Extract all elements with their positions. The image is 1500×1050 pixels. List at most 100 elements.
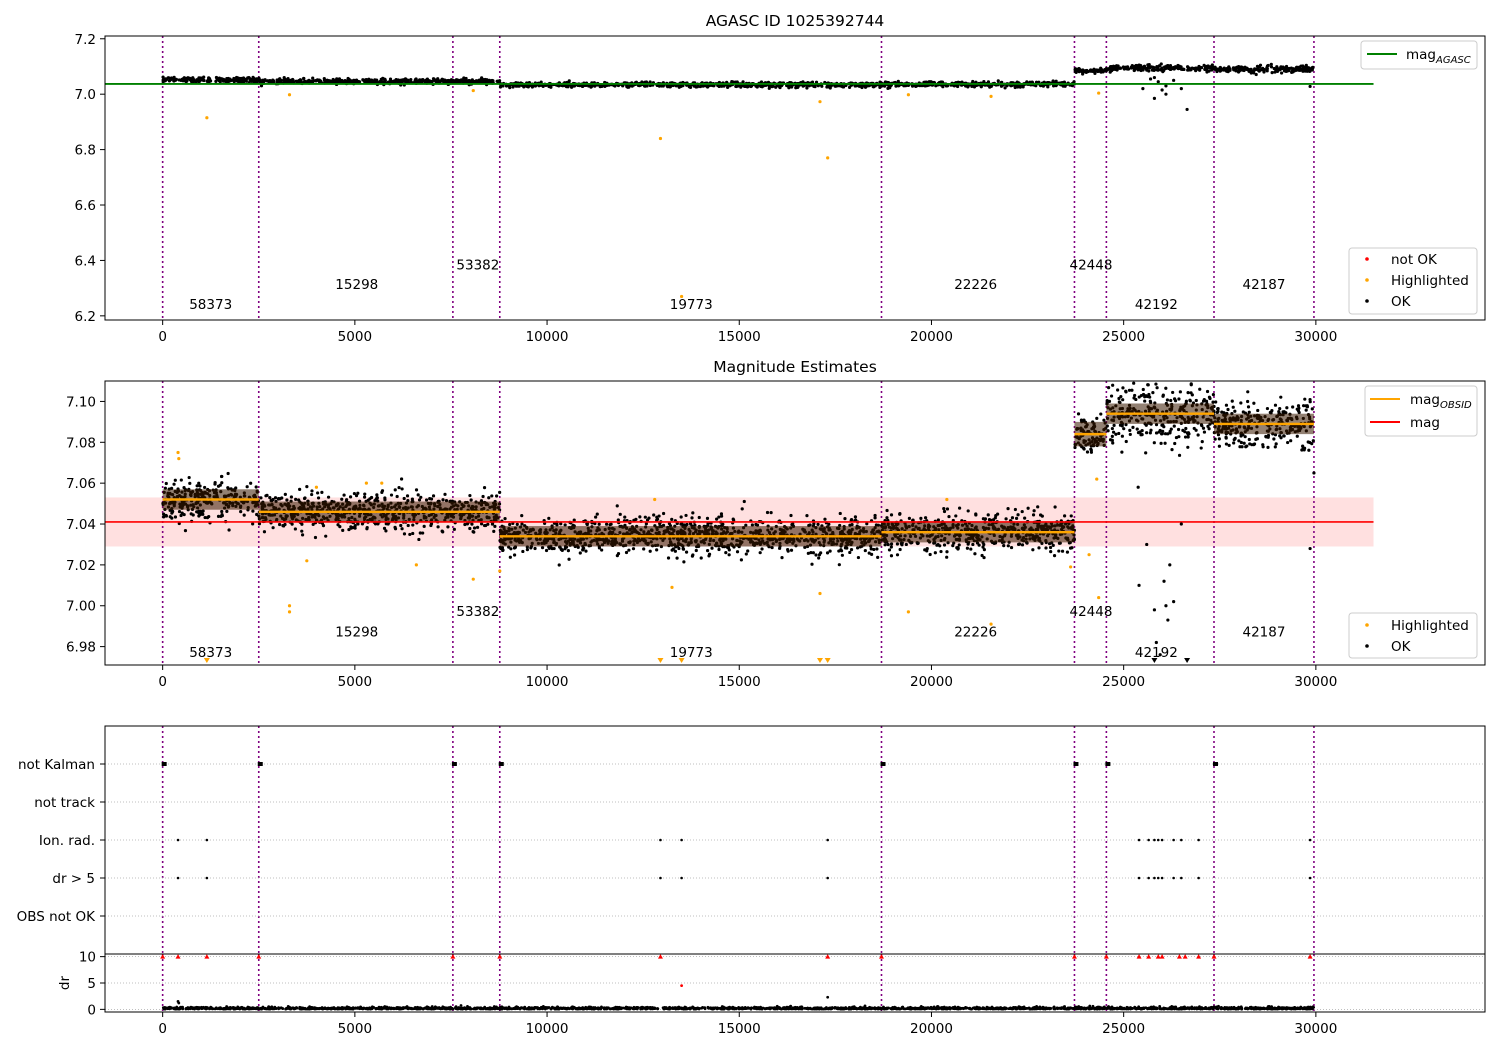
ok-point [694, 85, 698, 89]
ok-point [418, 531, 422, 535]
ok-point [1124, 66, 1128, 70]
ok-point [269, 79, 273, 84]
ok-point [310, 489, 314, 493]
ok-point [813, 84, 817, 89]
ok-point [180, 78, 185, 82]
ok-point [1303, 68, 1308, 72]
ok-point [213, 482, 217, 486]
ok-point [668, 85, 672, 89]
ok-point [895, 553, 900, 557]
legend-label-highlighted: Highlighted [1391, 273, 1469, 289]
ok-point [1141, 66, 1145, 70]
panel1-xtick-label: 0 [158, 329, 167, 345]
ok-point [1095, 416, 1099, 420]
ok-point [1228, 67, 1232, 71]
ok-point [307, 78, 311, 82]
ok-point [853, 515, 858, 519]
ok-point [167, 76, 171, 80]
ok-point [173, 515, 178, 519]
ok-point [417, 537, 421, 542]
ok-point [291, 78, 295, 83]
ok-point [393, 525, 397, 530]
ok-point [345, 498, 349, 502]
ok-point [904, 542, 908, 547]
ok-point [375, 493, 379, 497]
ok-point [955, 546, 959, 550]
ok-point [887, 84, 891, 88]
ok-point [1222, 68, 1226, 72]
ok-point [1026, 506, 1030, 510]
ok-point [581, 548, 585, 552]
ok-point [430, 79, 434, 84]
ok-point [399, 477, 404, 481]
ok-point [268, 496, 272, 500]
ok-point [889, 542, 894, 546]
ok-point [1306, 68, 1310, 72]
ok-point [549, 85, 553, 89]
ok-point [362, 495, 367, 499]
obsid-label: 19773 [670, 297, 713, 313]
ok-point [254, 485, 258, 489]
panel-magnitude-estimates: Magnitude Estimates 58373152985338219773… [66, 358, 1486, 690]
ok-point [170, 516, 174, 520]
ok-point [540, 546, 545, 550]
obsid-label: 53382 [456, 257, 499, 273]
ok-point [501, 548, 505, 553]
ok-point [405, 494, 410, 498]
panel1-legend-agasc: magAGASC [1360, 40, 1478, 70]
ok-point [1006, 544, 1010, 548]
ok-point [1159, 68, 1163, 72]
ok-point [1048, 545, 1053, 550]
ok-point [495, 494, 499, 498]
ok-point [1082, 447, 1086, 451]
ok-point [631, 547, 636, 551]
ok-point [1065, 550, 1070, 554]
ok-point [789, 548, 794, 552]
panel-agasc: AGASC ID 1025392744 58373152985338219773… [75, 12, 1486, 345]
ok-point [300, 522, 304, 526]
ok-point [885, 516, 889, 520]
ok-point [316, 496, 321, 500]
ok-point [717, 547, 721, 552]
ok-point [503, 517, 507, 521]
ok-point [392, 79, 396, 83]
ok-point [232, 76, 236, 81]
ok-point [863, 548, 867, 553]
ok-point [973, 552, 977, 556]
ok-point [1265, 67, 1269, 71]
ok-point [699, 556, 703, 560]
ok-point [971, 542, 975, 547]
ok-point [825, 551, 830, 555]
highlighted-point [818, 100, 822, 104]
panel1-ytick-label: 6.8 [75, 143, 96, 159]
ok-point [249, 481, 253, 485]
ok-point [163, 78, 167, 83]
ok-point [1083, 69, 1087, 73]
ok-point [472, 526, 477, 530]
ok-point [402, 496, 406, 501]
ok-point [942, 509, 947, 514]
ok-point [436, 525, 440, 529]
ok-point [225, 509, 229, 513]
ok-point [578, 551, 582, 555]
ok-point [409, 78, 413, 82]
ok-point [431, 494, 436, 498]
ok-point [710, 546, 714, 550]
ok-point [337, 78, 341, 82]
ok-point [300, 529, 304, 533]
ok-point [778, 546, 782, 550]
ok-point [1017, 542, 1022, 546]
ok-point [1006, 507, 1010, 511]
panel1-title: AGASC ID 1025392744 [706, 12, 885, 30]
ok-point [1182, 67, 1186, 72]
ok-point [303, 79, 307, 83]
ok-point [1023, 516, 1027, 520]
ok-point [1102, 418, 1106, 422]
ok-point [287, 80, 291, 84]
ok-point [482, 486, 487, 490]
ok-point [169, 76, 174, 80]
ok-point [843, 517, 847, 521]
ok-point [886, 542, 890, 547]
ok-point [684, 550, 689, 554]
highlighted-point [989, 94, 993, 99]
